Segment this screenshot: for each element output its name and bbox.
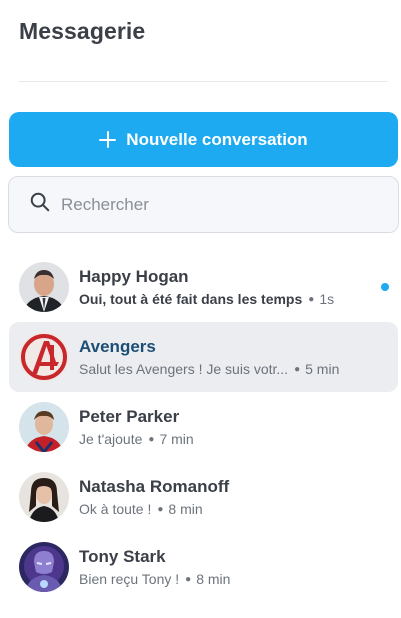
avatar: [19, 332, 69, 382]
message-time: 5 min: [305, 361, 340, 377]
conversation-name: Avengers: [79, 337, 156, 356]
conversation-preview: Oui, tout à été fait dans les temps ● 1s: [79, 291, 334, 307]
last-message: Salut les Avengers ! Je suis votr...: [79, 361, 289, 377]
separator-dot: ●: [308, 293, 315, 305]
conversation-item[interactable]: Happy Hogan Oui, tout à été fait dans le…: [9, 252, 398, 322]
search-box[interactable]: [8, 176, 399, 233]
conversation-preview: Bien reçu Tony ! ● 8 min: [79, 571, 230, 587]
avatar: [19, 472, 69, 522]
search-icon: [29, 191, 51, 218]
last-message: Oui, tout à été fait dans les temps: [79, 291, 303, 307]
message-time: 7 min: [159, 431, 194, 447]
message-time: 8 min: [196, 571, 231, 587]
last-message: Ok à toute !: [79, 501, 152, 517]
separator-dot: ●: [185, 573, 192, 585]
page-title: Messagerie: [19, 18, 146, 44]
conversation-item[interactable]: Peter Parker Je t'ajoute ● 7 min: [9, 392, 398, 462]
new-conversation-label: Nouvelle conversation: [126, 129, 308, 149]
conversation-item[interactable]: Tony Stark Bien reçu Tony ! ● 8 min: [9, 532, 398, 602]
header-divider: [19, 81, 388, 82]
conversation-preview: Salut les Avengers ! Je suis votr... ● 5…: [79, 361, 339, 377]
conversation-preview: Ok à toute ! ● 8 min: [79, 501, 203, 517]
conversation-name: Peter Parker: [79, 407, 180, 426]
separator-dot: ●: [148, 433, 155, 445]
conversation-name: Natasha Romanoff: [79, 477, 230, 496]
conversation-list: Happy Hogan Oui, tout à été fait dans le…: [9, 252, 398, 602]
separator-dot: ●: [294, 363, 301, 375]
last-message: Bien reçu Tony !: [79, 571, 180, 587]
message-time: 8 min: [168, 501, 203, 517]
last-message: Je t'ajoute: [79, 431, 143, 447]
separator-dot: ●: [157, 503, 164, 515]
avatar: [19, 542, 69, 592]
conversation-preview: Je t'ajoute ● 7 min: [79, 431, 194, 447]
new-conversation-button[interactable]: Nouvelle conversation: [9, 112, 398, 167]
unread-indicator: [381, 283, 389, 291]
message-time: 1s: [319, 291, 335, 307]
avatar: [19, 402, 69, 452]
plus-icon: [99, 131, 117, 148]
conversation-name: Tony Stark: [79, 547, 166, 566]
search-input[interactable]: [61, 194, 361, 215]
conversation-item[interactable]: Natasha Romanoff Ok à toute ! ● 8 min: [9, 462, 398, 532]
conversation-item[interactable]: Avengers Salut les Avengers ! Je suis vo…: [9, 322, 398, 392]
conversation-name: Happy Hogan: [79, 267, 189, 286]
avatar: [19, 262, 69, 312]
